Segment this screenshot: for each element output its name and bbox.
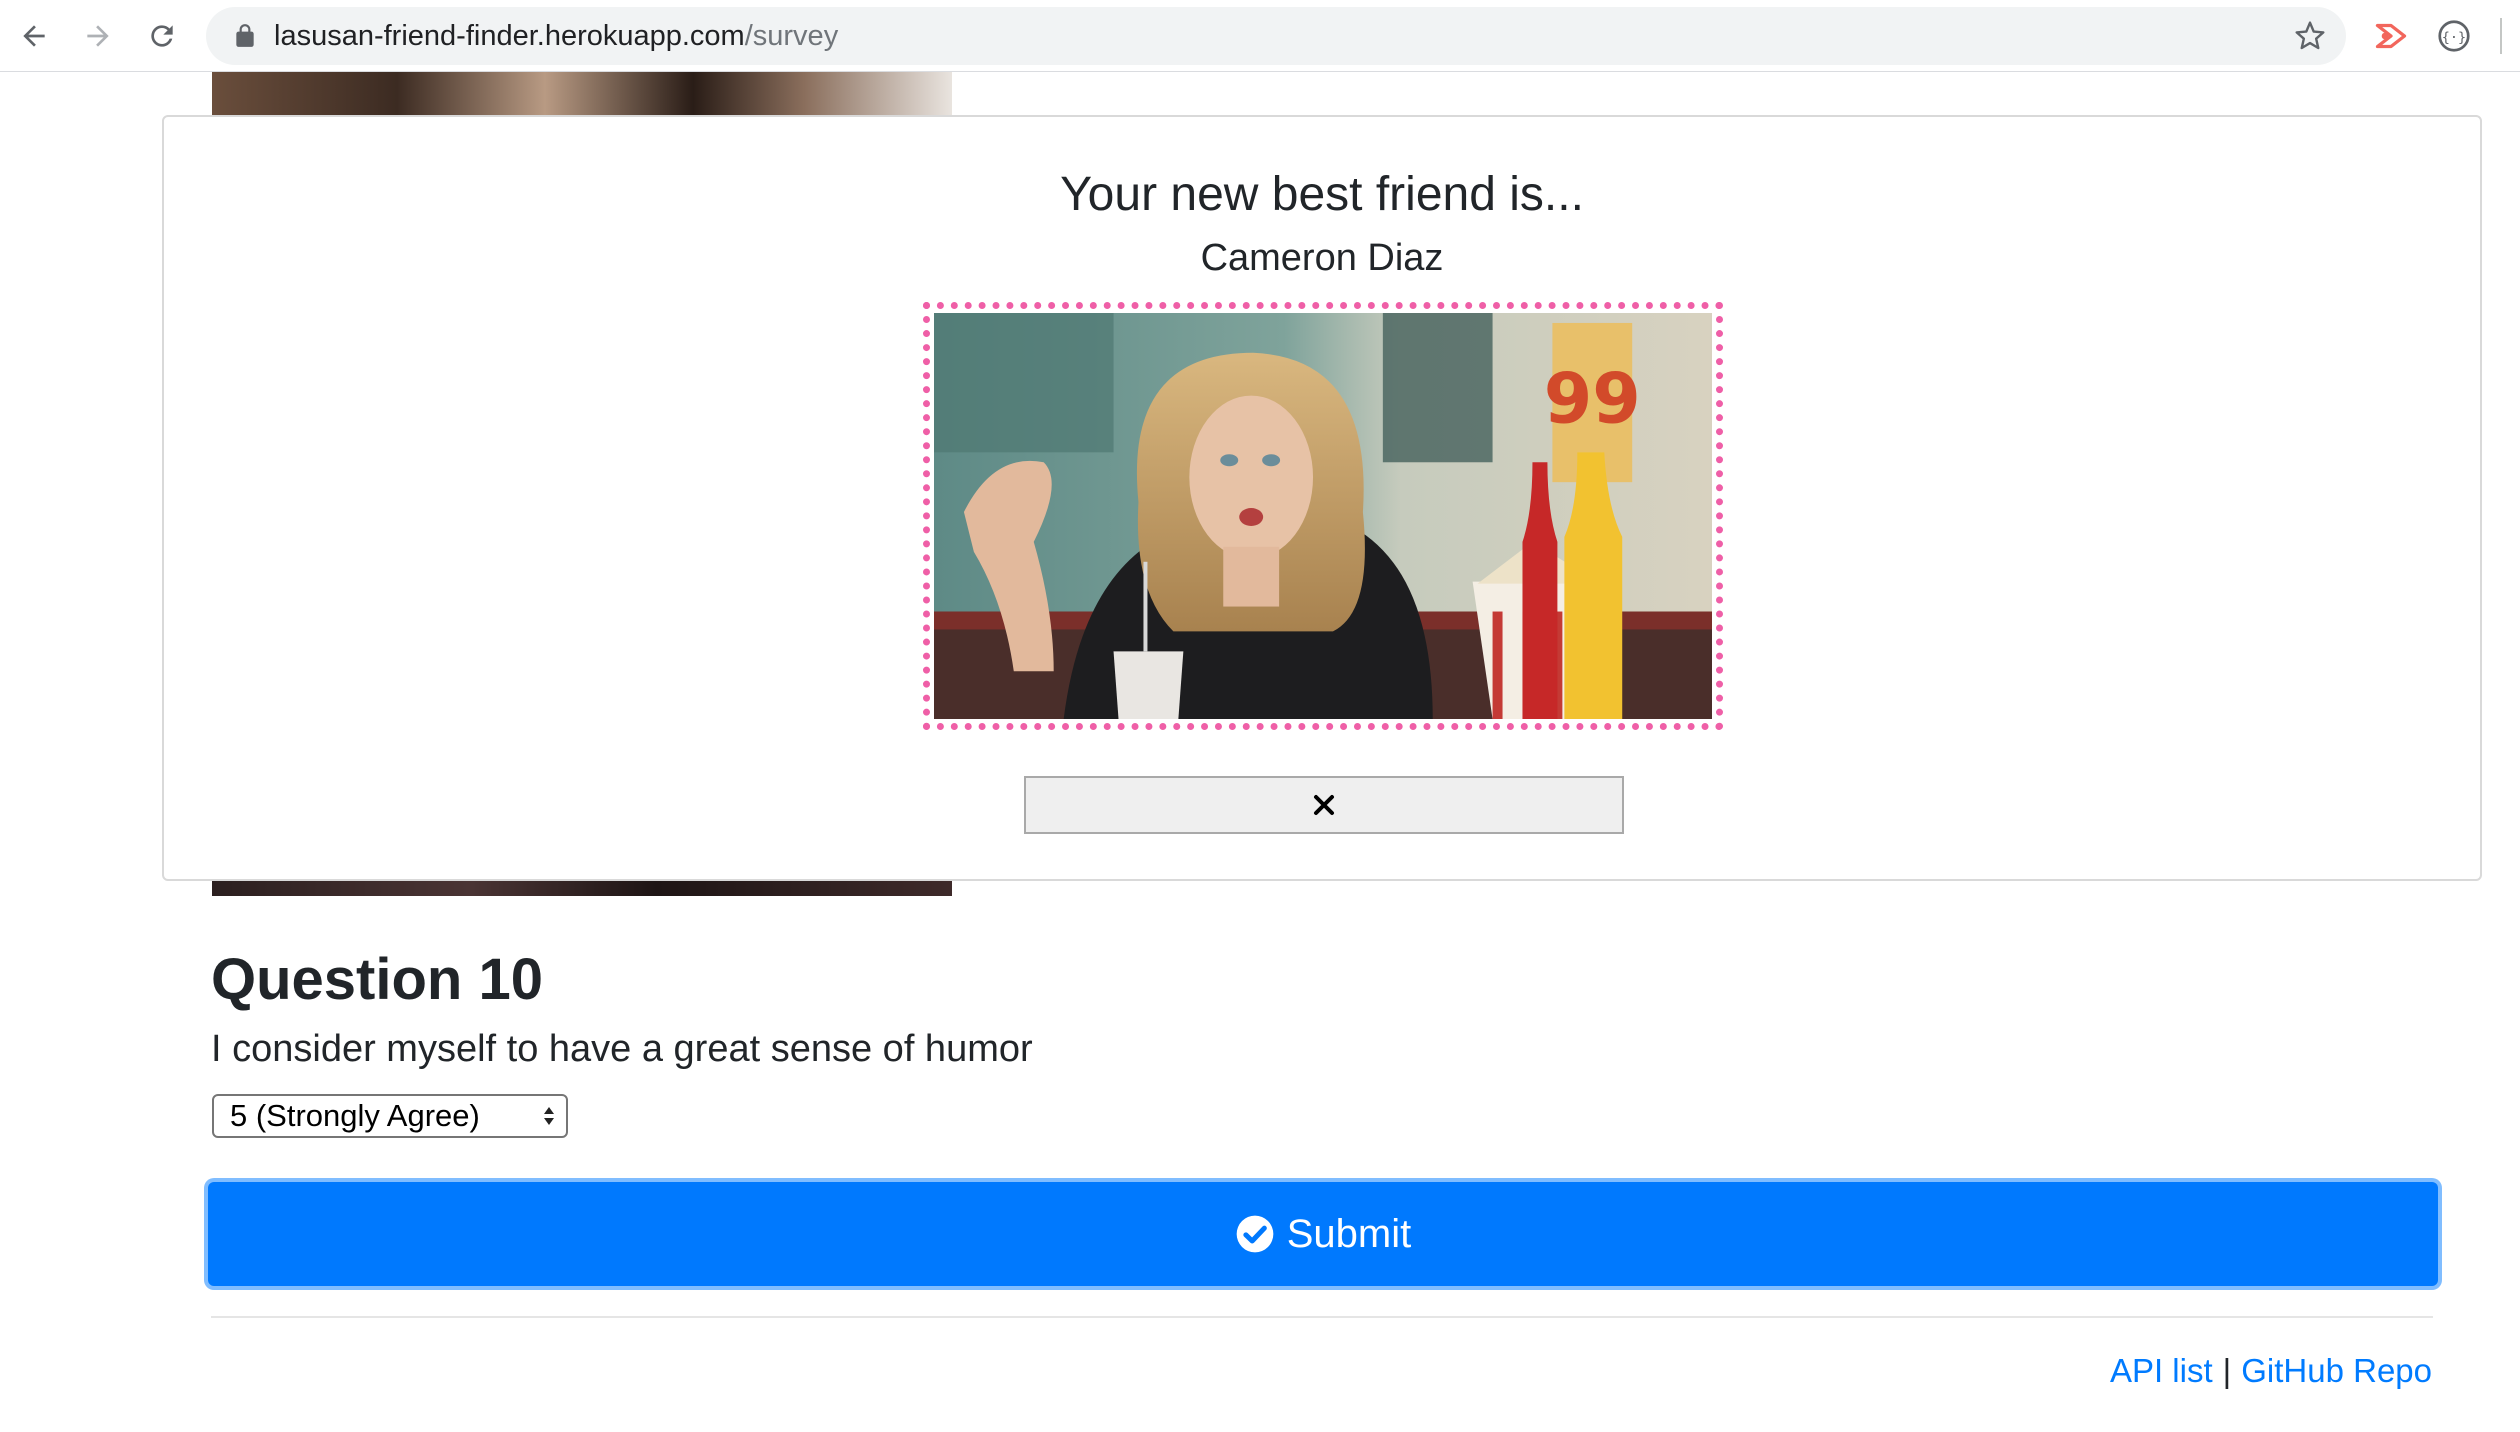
toolbar-divider xyxy=(2500,18,2502,54)
reload-button[interactable] xyxy=(138,12,186,60)
svg-text:{·}: {·} xyxy=(2442,29,2466,45)
question-title: Question 10 xyxy=(211,947,543,1012)
select-arrows-icon xyxy=(544,1107,554,1125)
match-photo: 99 xyxy=(923,302,1723,730)
forward-button[interactable] xyxy=(74,12,122,60)
background-photo xyxy=(212,72,952,116)
extension-button-json[interactable]: {·} xyxy=(2434,16,2474,56)
json-viewer-icon: {·} xyxy=(2438,20,2470,52)
answer-select[interactable]: 5 (Strongly Agree) xyxy=(212,1094,568,1138)
back-button[interactable] xyxy=(10,12,58,60)
browser-toolbar: lasusan-friend-finder.herokuapp.com/surv… xyxy=(0,0,2520,72)
check-circle-icon xyxy=(1236,1215,1274,1253)
arrow-left-icon xyxy=(23,25,45,47)
url-host: lasusan-friend-finder.herokuapp.com xyxy=(274,20,745,52)
modal-title: Your new best friend is... xyxy=(1060,168,1584,221)
friend-photo: 99 xyxy=(934,313,1712,719)
footer-links: API list | GitHub Repo xyxy=(2110,1352,2432,1390)
footer-divider xyxy=(211,1316,2433,1318)
github-repo-link[interactable]: GitHub Repo xyxy=(2241,1352,2432,1389)
extension-button-cast[interactable] xyxy=(2371,16,2411,56)
lock-icon xyxy=(236,24,254,47)
submit-label: Submit xyxy=(1286,1211,1412,1256)
result-modal: Your new best friend is... Cameron Diaz xyxy=(162,115,2482,881)
close-icon xyxy=(1314,795,1334,815)
url-text: lasusan-friend-finder.herokuapp.com/surv… xyxy=(274,7,838,65)
footer-separator: | xyxy=(2222,1352,2232,1389)
bookmark-star-icon[interactable] xyxy=(2294,20,2326,52)
cast-extension-icon xyxy=(2375,23,2407,49)
api-list-link[interactable]: API list xyxy=(2110,1352,2213,1389)
close-modal-button[interactable] xyxy=(1024,776,1624,834)
match-name: Cameron Diaz xyxy=(1200,237,1444,279)
selected-answer: 5 (Strongly Agree) xyxy=(230,1098,480,1133)
submit-button[interactable]: Submit xyxy=(208,1182,2438,1286)
url-path: /survey xyxy=(744,20,839,52)
arrow-right-icon xyxy=(87,25,109,47)
reload-icon xyxy=(151,25,173,47)
question-text: I consider myself to have a great sense … xyxy=(211,1028,1033,1070)
address-bar[interactable]: lasusan-friend-finder.herokuapp.com/surv… xyxy=(206,7,2346,65)
svg-text:99: 99 xyxy=(1544,359,1641,440)
